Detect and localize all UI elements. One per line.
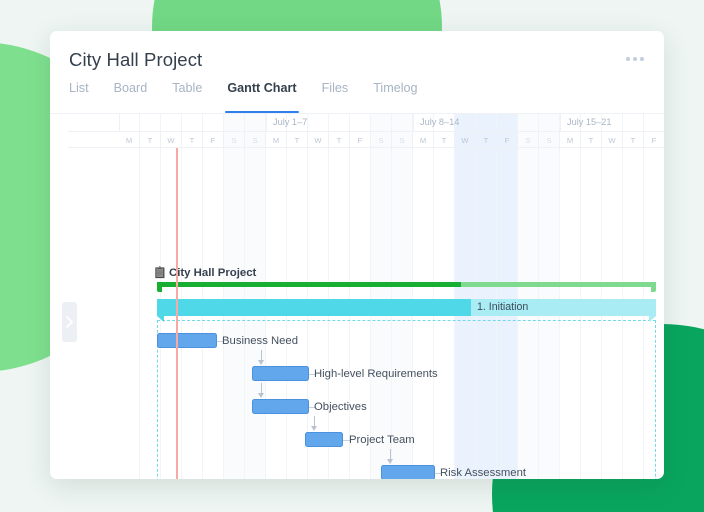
tab-timelog[interactable]: Timelog [373,81,417,113]
dependency-arrow [257,360,264,365]
task-objectives-label: Objectives [314,401,367,413]
card-header: City Hall Project List Board Table Gantt Ch… [50,31,664,113]
project-card: City Hall Project List Board Table Gantt Ch… [50,31,664,479]
project-row-label: City Hall Project [169,267,257,279]
chevron-right-icon [66,316,73,328]
task-high-level-requirements[interactable] [252,366,309,381]
today-marker-line [176,148,178,479]
tab-bar: List Board Table Gantt Chart Files Timelog [69,81,418,113]
phase-bar-initiation[interactable]: 1. Initiation [157,299,656,322]
dependency-arrow [310,426,317,431]
tab-table[interactable]: Table [172,81,202,113]
task-risk-assessment[interactable] [381,465,435,479]
tab-gantt-chart[interactable]: Gantt Chart [225,81,299,113]
phase-bar-label: 1. Initiation [477,301,529,313]
task-project-team[interactable] [305,432,343,447]
task-project-team-label: Project Team [349,434,415,446]
task-business-need[interactable] [157,333,217,348]
ellipsis-icon[interactable] [626,57,644,61]
left-rail [50,114,68,479]
dependency-arrow [386,459,393,464]
tab-board[interactable]: Board [114,81,148,113]
screenshot-root: City Hall Project List Board Table Gantt Ch… [0,0,704,512]
gantt-chart[interactable]: July 1–7July 8–14July 15–21July 22–28 MT… [50,113,664,479]
task-high-level-requirements-label: High-level Requirements [314,368,438,380]
collapse-panel-handle[interactable] [62,302,77,342]
dependency-arrow [257,393,264,398]
project-summary-bar[interactable] [157,282,656,292]
task-business-need-label: Business Need [222,335,298,347]
page-title: City Hall Project [69,49,203,70]
task-objectives[interactable] [252,399,309,414]
tab-list[interactable]: List [69,81,89,113]
clipboard-icon: 📋 [153,267,167,279]
tab-files[interactable]: Files [322,81,349,113]
gantt-bars-layer: 📋 City Hall Project 1. Initiation Business … [50,114,664,479]
task-risk-assessment-label: Risk Assessment [440,467,527,479]
